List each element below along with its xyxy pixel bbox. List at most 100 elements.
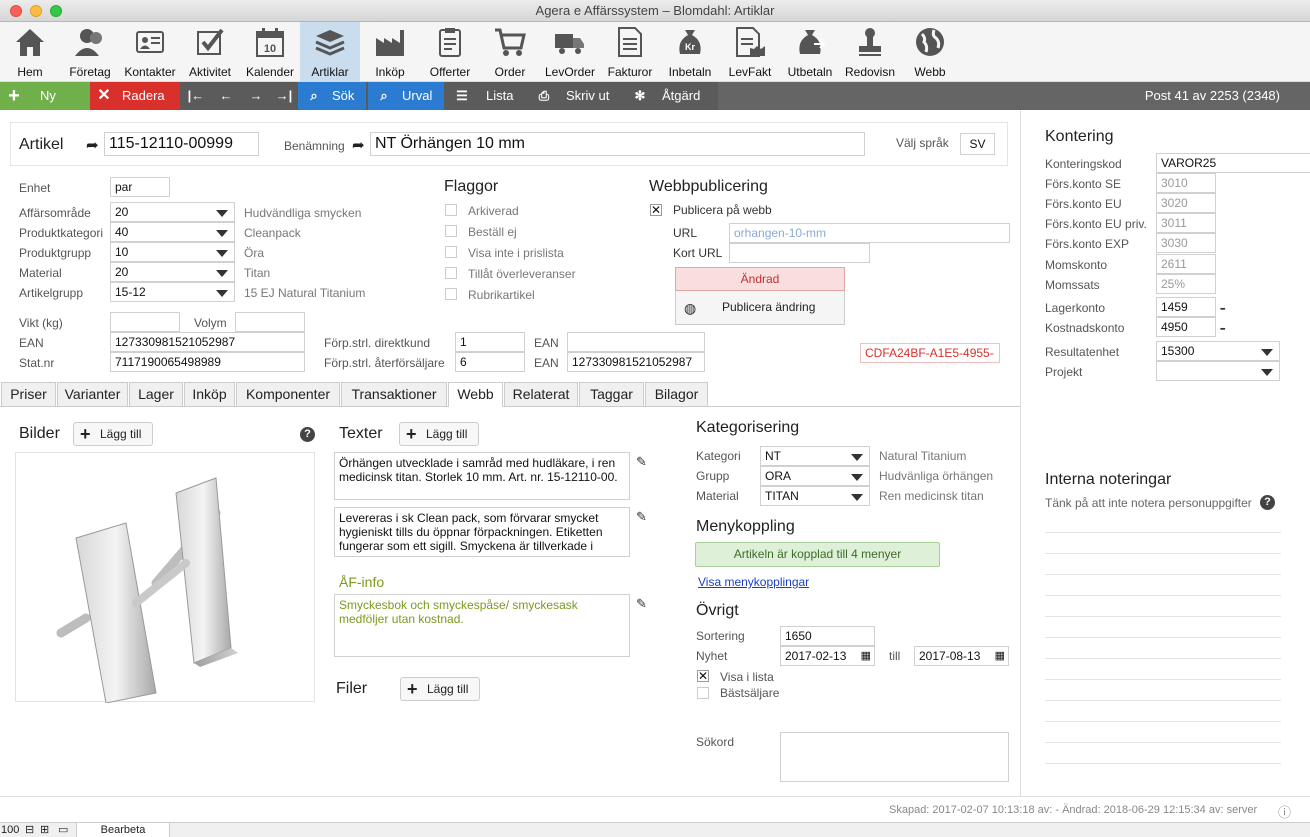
flag-checkbox[interactable] <box>445 267 457 279</box>
publish-checkbox[interactable]: ✕ <box>650 204 662 216</box>
close-window-button[interactable] <box>10 5 22 17</box>
toolbar-redovisn[interactable]: Redovisn <box>840 22 900 82</box>
category-select[interactable]: NT <box>760 446 870 466</box>
toolbar-inköp[interactable]: Inköp <box>360 22 420 82</box>
web-text-1[interactable]: Örhängen utvecklade i samråd med hudläka… <box>334 452 630 500</box>
more-icon[interactable]: ▪▪▪ <box>1220 306 1226 313</box>
flag-checkbox[interactable] <box>445 204 457 216</box>
sort-field[interactable]: 1650 <box>780 626 875 646</box>
article-name-field[interactable]: NT Örhängen 10 mm <box>370 132 865 156</box>
tab-varianter[interactable]: Varianter <box>57 382 128 406</box>
open-link-icon[interactable]: ➦ <box>352 136 365 154</box>
toolbar-artiklar[interactable]: Artiklar <box>300 22 360 82</box>
list-button[interactable]: ☰ Lista <box>446 82 526 110</box>
prop-select[interactable]: 20 <box>110 262 235 282</box>
pack-direct-field[interactable]: 1 <box>455 332 525 352</box>
add-image-button[interactable]: + Lägg till <box>73 422 153 446</box>
help-icon[interactable]: ? <box>300 427 315 442</box>
tab-komponenter[interactable]: Komponenter <box>236 382 340 406</box>
web-text-2[interactable]: Levereras i sk Clean pack, som förvarar … <box>334 507 630 557</box>
prop-select[interactable]: 40 <box>110 222 235 242</box>
next-record-button[interactable]: → <box>244 82 268 110</box>
prop-select[interactable]: 10 <box>110 242 235 262</box>
flag-checkbox[interactable] <box>445 288 457 300</box>
zoom-window-button[interactable] <box>50 5 62 17</box>
zoom-out-icon[interactable]: ⊟ <box>25 823 34 836</box>
publish-change-button[interactable]: ◍ Publicera ändring <box>675 291 845 325</box>
language-select[interactable]: SV <box>960 133 995 155</box>
tab-transaktioner[interactable]: Transaktioner <box>341 382 447 406</box>
category-select[interactable]: ORA <box>760 466 870 486</box>
edit-pencil-icon[interactable]: ✎ <box>636 454 650 469</box>
accounting-field[interactable] <box>1156 361 1280 381</box>
first-record-button[interactable]: |← <box>184 82 208 110</box>
edit-pencil-icon[interactable]: ✎ <box>636 509 650 524</box>
stat-field[interactable]: 7117190065498989 <box>110 352 305 372</box>
toolbar-företag[interactable]: Företag <box>60 22 120 82</box>
accounting-field[interactable]: 2611 <box>1156 254 1216 274</box>
info-icon[interactable]: ⓘ <box>1278 802 1291 821</box>
ean2-field[interactable] <box>567 332 705 352</box>
show-in-list-checkbox[interactable]: ✕ <box>697 670 709 682</box>
zoom-in-icon[interactable]: ⊞ <box>40 823 49 836</box>
prop-select[interactable]: 15-12 <box>110 282 235 302</box>
delete-button[interactable]: ✕ Radera <box>90 82 180 110</box>
tab-relaterat[interactable]: Relaterat <box>504 382 578 406</box>
add-file-button[interactable]: + Lägg till <box>400 677 480 701</box>
tab-inköp[interactable]: Inköp <box>184 382 235 406</box>
toolbar-levorder[interactable]: LevOrder <box>540 22 600 82</box>
print-button[interactable]: ⎙ Skriv ut <box>530 82 622 110</box>
tab-lager[interactable]: Lager <box>129 382 183 406</box>
tab-taggar[interactable]: Taggar <box>579 382 644 406</box>
news-to-field[interactable]: 2017-08-13 ▦ <box>914 646 1009 666</box>
toolbar-inbetaln[interactable]: Kr Inbetaln <box>660 22 720 82</box>
toolbar-utbetaln[interactable]: Utbetaln <box>780 22 840 82</box>
news-from-field[interactable]: 2017-02-13 ▦ <box>780 646 875 666</box>
calendar-icon[interactable]: ▦ <box>861 647 871 665</box>
action-menu-button[interactable]: ✻ Åtgärd <box>626 82 718 110</box>
accounting-field[interactable]: 3011 <box>1156 213 1216 233</box>
filter-button[interactable]: ⌕ Urval <box>368 82 444 110</box>
toolbar-fakturor[interactable]: Fakturor <box>600 22 660 82</box>
accounting-field[interactable]: 4950 <box>1156 317 1216 337</box>
edit-pencil-icon[interactable]: ✎ <box>636 596 650 611</box>
add-text-button[interactable]: + Lägg till <box>399 422 479 446</box>
guid-field[interactable]: CDFA24BF-A1E5-4955- <box>860 343 1000 363</box>
last-record-button[interactable]: →| <box>272 82 296 110</box>
url-field[interactable]: orhangen-10-mm <box>729 223 1010 243</box>
toolbar-offerter[interactable]: Offerter <box>420 22 480 82</box>
accounting-field[interactable]: VAROR25 <box>1156 153 1310 173</box>
toolbar-kontakter[interactable]: Kontakter <box>120 22 180 82</box>
open-link-icon[interactable]: ➦ <box>86 136 99 154</box>
show-menu-links[interactable]: Visa menykopplingar <box>698 575 809 589</box>
calendar-icon[interactable]: ▦ <box>995 647 1005 665</box>
ean-field[interactable]: 127330981521052987 <box>110 332 305 352</box>
accounting-field[interactable]: 1459 <box>1156 297 1216 317</box>
search-button[interactable]: ⌕ Sök <box>298 82 366 110</box>
tab-priser[interactable]: Priser <box>1 382 56 406</box>
article-number-field[interactable]: 115-12110-00999 <box>104 132 259 156</box>
new-button[interactable]: + Ny <box>0 82 90 110</box>
toolbar-order[interactable]: Order <box>480 22 540 82</box>
minimize-window-button[interactable] <box>30 5 42 17</box>
accounting-field[interactable]: 25% <box>1156 274 1216 294</box>
accounting-field[interactable]: 3030 <box>1156 233 1216 253</box>
product-image[interactable] <box>15 452 315 704</box>
volume-field[interactable] <box>235 312 305 332</box>
flag-checkbox[interactable] <box>445 246 457 258</box>
keywords-field[interactable] <box>780 732 1009 782</box>
short-url-field[interactable] <box>729 243 870 263</box>
tab-bilagor[interactable]: Bilagor <box>645 382 708 406</box>
bestseller-checkbox[interactable] <box>697 687 709 699</box>
toolbar-levfakt[interactable]: LevFakt <box>720 22 780 82</box>
af-info-text[interactable]: Smyckesbok och smyckespåse/ smyckesask m… <box>334 594 630 657</box>
accounting-field[interactable]: 3020 <box>1156 193 1216 213</box>
weight-field[interactable] <box>110 312 180 332</box>
help-icon[interactable]: ? <box>1260 495 1275 510</box>
prop-select[interactable]: 20 <box>110 202 235 222</box>
unit-field[interactable]: par <box>110 177 170 197</box>
previous-record-button[interactable]: ← <box>214 82 238 110</box>
flag-checkbox[interactable] <box>445 225 457 237</box>
pack-retail-field[interactable]: 6 <box>455 352 525 372</box>
layout-icon[interactable]: ▭ <box>58 823 68 836</box>
